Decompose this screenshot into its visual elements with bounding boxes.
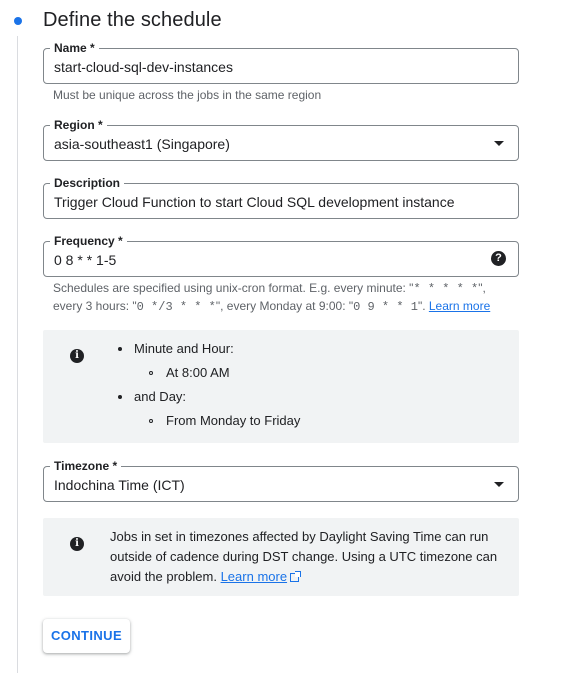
description-value[interactable]: Trigger Cloud Function to start Cloud SQ…	[54, 193, 455, 211]
name-label: Name *	[50, 40, 99, 56]
frequency-hint-line2: every 3 hours: "0 */3 * * *", every Mond…	[53, 297, 490, 316]
cron-learn-more-link[interactable]: Learn more	[429, 299, 490, 313]
step-rail	[17, 36, 18, 673]
hint-text: ".	[417, 299, 429, 313]
help-circle-icon[interactable]: ?	[491, 251, 506, 266]
region-value: asia-southeast1 (Singapore)	[54, 136, 230, 152]
open-in-new-icon[interactable]	[290, 571, 302, 582]
timezone-label: Timezone *	[50, 458, 122, 474]
dst-line: Jobs in set in timezones affected by Day…	[110, 529, 489, 544]
hint-text: ", every Monday at 9:00: "	[215, 299, 354, 313]
summary-item-day: and Day:	[134, 389, 187, 404]
timezone-value: Indochina Time (ICT)	[54, 477, 185, 493]
hint-text: every 3 hours: "	[53, 299, 137, 313]
sub-bullet-icon	[149, 419, 153, 423]
hint-text: ",	[478, 281, 486, 295]
bullet-icon	[118, 395, 122, 399]
dropdown-arrow-icon[interactable]	[494, 482, 504, 487]
dropdown-arrow-icon[interactable]	[494, 141, 504, 146]
description-label: Description	[50, 175, 125, 191]
summary-item-minute-hour: Minute and Hour:	[134, 341, 234, 356]
frequency-hint-line1: Schedules are specified using unix-cron …	[53, 279, 486, 298]
dst-line: outside of cadence during DST change. Us…	[110, 549, 498, 564]
dst-line: avoid the problem.	[110, 569, 221, 584]
dst-notice-text: Jobs in set in timezones affected by Day…	[110, 527, 502, 587]
summary-time: At 8:00 AM	[166, 365, 230, 380]
cron-example-every-3-hours: 0 */3 * * *	[136, 300, 216, 314]
frequency-value[interactable]: 0 8 * * 1-5	[54, 251, 116, 269]
region-select[interactable]: Region * asia-southeast1 (Singapore)	[43, 117, 519, 161]
info-icon: i	[70, 537, 84, 551]
schedule-summary-box: i Minute and Hour: At 8:00 AM and Day: F…	[43, 330, 519, 443]
dst-learn-more-link[interactable]: Learn more	[221, 569, 287, 584]
frequency-field[interactable]: Frequency * 0 8 * * 1-5 ?	[43, 233, 519, 277]
hint-text: Schedules are specified using unix-cron …	[53, 281, 414, 295]
name-value[interactable]: start-cloud-sql-dev-instances	[54, 58, 233, 76]
name-field[interactable]: Name * start-cloud-sql-dev-instances	[43, 40, 519, 84]
continue-button[interactable]: CONTINUE	[43, 619, 130, 653]
summary-days: From Monday to Friday	[166, 413, 301, 428]
info-icon: i	[70, 349, 84, 363]
name-hint: Must be unique across the jobs in the sa…	[53, 88, 322, 102]
description-field[interactable]: Description Trigger Cloud Function to st…	[43, 175, 519, 219]
bullet-icon	[118, 347, 122, 351]
region-label: Region *	[50, 117, 107, 133]
cron-example-every-minute: * * * * *	[413, 282, 479, 296]
step-title: Define the schedule	[43, 9, 222, 31]
cron-example-monday: 0 9 * * 1	[353, 300, 418, 314]
frequency-label: Frequency *	[50, 233, 127, 249]
sub-bullet-icon	[149, 371, 153, 375]
timezone-select[interactable]: Timezone * Indochina Time (ICT)	[43, 458, 519, 502]
dst-notice-box: i Jobs in set in timezones affected by D…	[43, 518, 519, 596]
step-indicator-dot	[14, 17, 22, 25]
